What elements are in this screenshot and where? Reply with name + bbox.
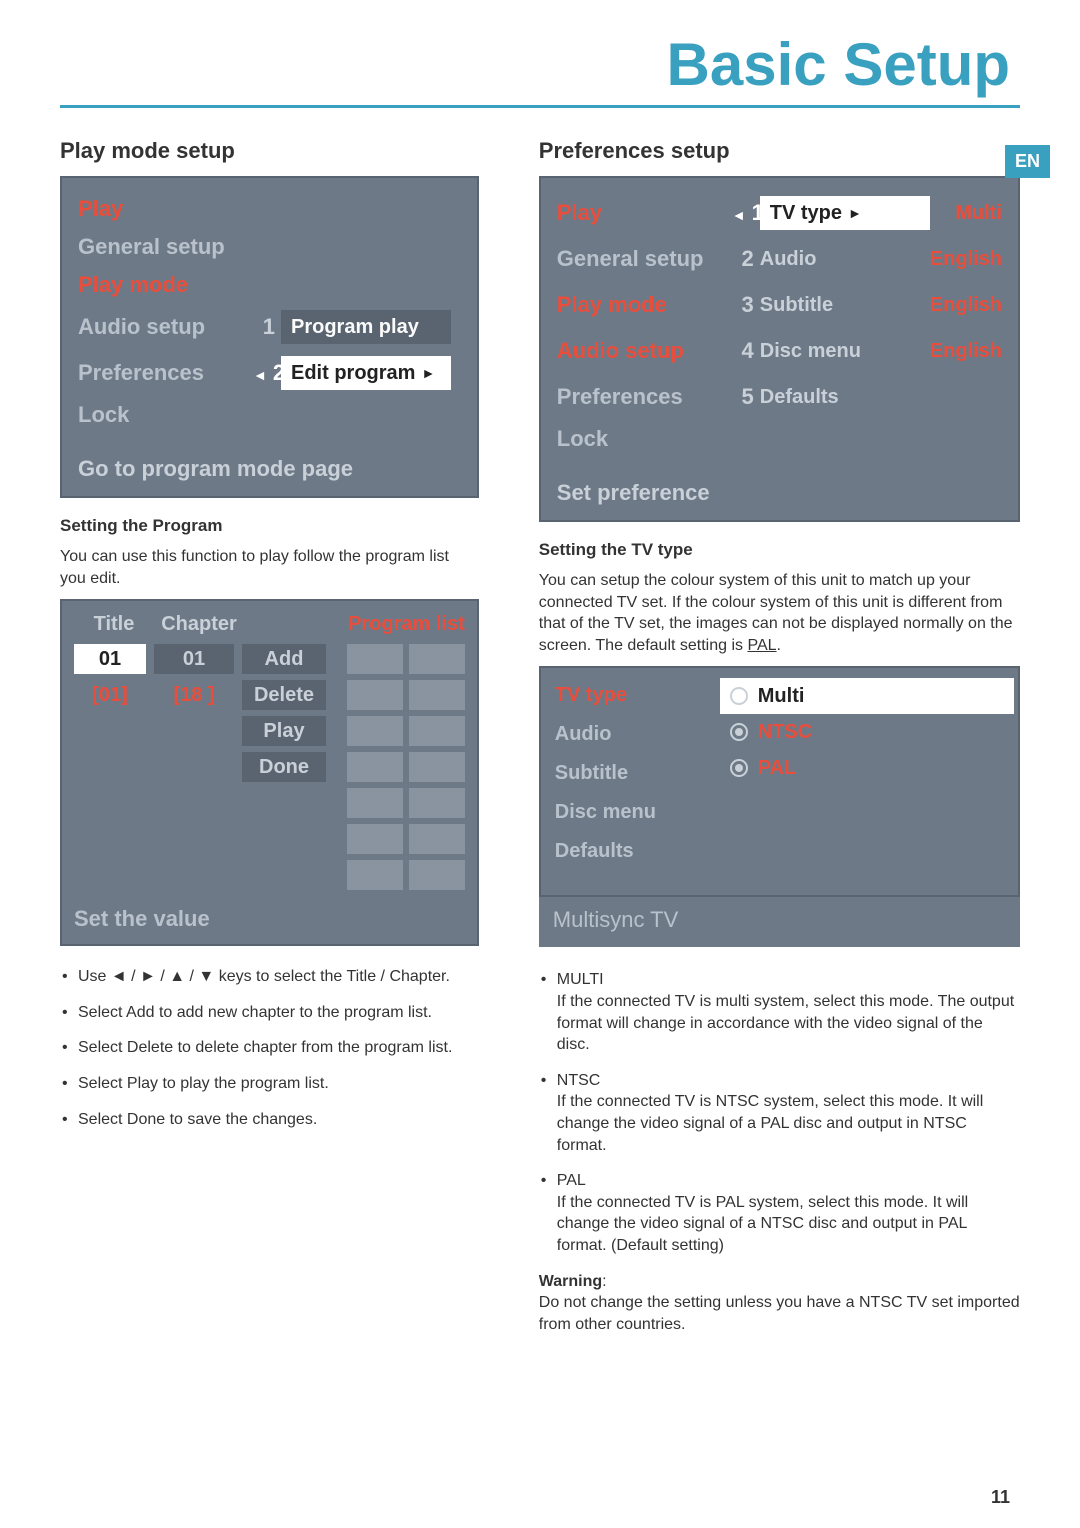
program-list-slot[interactable] — [409, 752, 465, 782]
radio-icon — [730, 687, 748, 705]
program-list-slot[interactable] — [347, 680, 403, 710]
delete-button[interactable]: Delete — [242, 680, 326, 710]
tvbox-item-tv-type[interactable]: TV type — [555, 684, 702, 707]
tv-type-box-footer: Multisync TV — [539, 897, 1020, 947]
subtitle-value: English — [930, 294, 1002, 317]
program-list-slot[interactable] — [409, 644, 465, 674]
program-editor: Title Chapter Program list 01 [01] 01 [1… — [60, 599, 479, 946]
tvbox-item-disc-menu[interactable]: Disc menu — [555, 801, 702, 824]
col-chapter: Chapter — [154, 613, 244, 636]
program-list-slot[interactable] — [347, 824, 403, 854]
tv-type-desc-pal: PAL If the connected TV is PAL system, s… — [557, 1170, 1020, 1256]
page-header: Basic Setup — [60, 30, 1020, 108]
tv-type-box: TV type Audio Subtitle Disc menu Default… — [539, 666, 1020, 947]
program-editor-footer: Set the value — [74, 906, 465, 932]
row-2-number: 2 — [732, 246, 754, 272]
preferences-menu: Play 1 TV type Multi General setup 2 Aud… — [539, 176, 1020, 522]
program-list-slot[interactable] — [409, 716, 465, 746]
done-button[interactable]: Done — [242, 752, 326, 782]
program-list-slot[interactable] — [409, 788, 465, 818]
title-value-selected[interactable]: [01] — [74, 680, 146, 710]
subtitle-row[interactable]: Subtitle — [760, 288, 930, 322]
row-3-number: 3 — [732, 292, 754, 318]
disc-menu-value: English — [930, 340, 1002, 363]
setting-the-program-body: You can use this function to play follow… — [60, 546, 479, 589]
tv-type-option-pal[interactable]: PAL — [730, 750, 1004, 786]
program-list-slot[interactable] — [347, 644, 403, 674]
instruction-item: Use ◄ / ► / ▲ / ▼ keys to select the Tit… — [78, 966, 479, 988]
program-list-slot[interactable] — [409, 860, 465, 890]
tvbox-item-defaults[interactable]: Defaults — [555, 840, 702, 863]
col-title: Title — [74, 613, 154, 636]
program-instructions: Use ◄ / ► / ▲ / ▼ keys to select the Tit… — [60, 966, 479, 1130]
radio-icon — [730, 759, 748, 777]
program-list-slot[interactable] — [409, 824, 465, 854]
tv-type-desc-multi: MULTI If the connected TV is multi syste… — [557, 969, 1020, 1055]
row-4-number: 4 — [732, 338, 754, 364]
tv-type-descriptions: MULTI If the connected TV is multi syste… — [539, 969, 1020, 1256]
option-1-number: 1 — [253, 314, 275, 340]
setting-the-program-heading: Setting the Program — [60, 516, 479, 536]
tvbox-item-subtitle[interactable]: Subtitle — [555, 762, 702, 785]
title-value-top[interactable]: 01 — [74, 644, 146, 674]
col-program-list: Program list — [334, 613, 465, 636]
play-mode-setup-heading: Play mode setup — [60, 138, 479, 164]
menu-item-play-mode[interactable]: Play mode — [557, 292, 732, 318]
program-list-slot[interactable] — [347, 752, 403, 782]
program-list-slot[interactable] — [409, 680, 465, 710]
instruction-item: Select Add to add new chapter to the pro… — [78, 1002, 479, 1024]
tv-type-option-multi[interactable]: Multi — [720, 678, 1014, 714]
instruction-item: Select Done to save the changes. — [78, 1109, 479, 1131]
tv-type-value: Multi — [955, 202, 1002, 225]
program-play-option[interactable]: Program play — [281, 310, 451, 344]
setting-tv-type-heading: Setting the TV type — [539, 540, 1020, 560]
play-button[interactable]: Play — [242, 716, 326, 746]
warning-block: Warning: Do not change the setting unles… — [539, 1271, 1020, 1336]
radio-icon — [730, 723, 748, 741]
chapter-value-selected[interactable]: [18 ] — [154, 680, 234, 710]
menu-item-lock[interactable]: Lock — [78, 402, 253, 428]
preferences-menu-footer: Set preference — [541, 470, 1018, 520]
program-list-slot[interactable] — [347, 860, 403, 890]
preferences-setup-heading: Preferences setup — [539, 138, 1020, 164]
right-column: Preferences setup Play 1 TV type Multi G… — [539, 138, 1020, 1345]
instruction-item: Select Play to play the program list. — [78, 1073, 479, 1095]
tvbox-item-audio[interactable]: Audio — [555, 723, 702, 746]
audio-row[interactable]: Audio — [760, 242, 930, 276]
menu-item-play[interactable]: Play — [557, 200, 732, 226]
menu-item-general-setup[interactable]: General setup — [557, 246, 732, 272]
play-mode-menu: Play General setup Play mode Audio setup… — [60, 176, 479, 498]
tv-type-desc-ntsc: NTSC If the connected TV is NTSC system,… — [557, 1070, 1020, 1156]
row-5-number: 5 — [732, 384, 754, 410]
menu-item-audio-setup[interactable]: Audio setup — [557, 338, 732, 364]
setting-tv-type-body: You can setup the colour system of this … — [539, 570, 1020, 656]
row-1-number: 1 — [732, 200, 754, 226]
menu-item-play[interactable]: Play — [78, 196, 253, 222]
tv-type-option-ntsc[interactable]: NTSC — [730, 714, 1004, 750]
menu-item-general-setup[interactable]: General setup — [78, 234, 253, 260]
program-list-slot[interactable] — [347, 716, 403, 746]
option-2-number: 2 — [253, 360, 275, 386]
menu-item-preferences[interactable]: Preferences — [78, 360, 253, 386]
page-number: 11 — [991, 1487, 1010, 1508]
page-title: Basic Setup — [667, 31, 1010, 98]
audio-value: English — [930, 248, 1002, 271]
chapter-value-top[interactable]: 01 — [154, 644, 234, 674]
disc-menu-row[interactable]: Disc menu — [760, 334, 930, 368]
play-menu-footer: Go to program mode page — [62, 446, 477, 496]
menu-item-preferences[interactable]: Preferences — [557, 384, 732, 410]
menu-item-lock[interactable]: Lock — [557, 426, 732, 452]
defaults-row[interactable]: Defaults — [760, 380, 930, 414]
edit-program-option[interactable]: Edit program — [281, 356, 451, 390]
left-column: Play mode setup Play General setup Play … — [60, 138, 479, 1345]
add-button[interactable]: Add — [242, 644, 326, 674]
instruction-item: Select Delete to delete chapter from the… — [78, 1037, 479, 1059]
language-tab: EN — [1005, 145, 1050, 178]
program-list-slot[interactable] — [347, 788, 403, 818]
menu-item-audio-setup[interactable]: Audio setup — [78, 314, 253, 340]
menu-item-play-mode[interactable]: Play mode — [78, 272, 253, 298]
tv-type-row[interactable]: TV type — [760, 196, 930, 230]
